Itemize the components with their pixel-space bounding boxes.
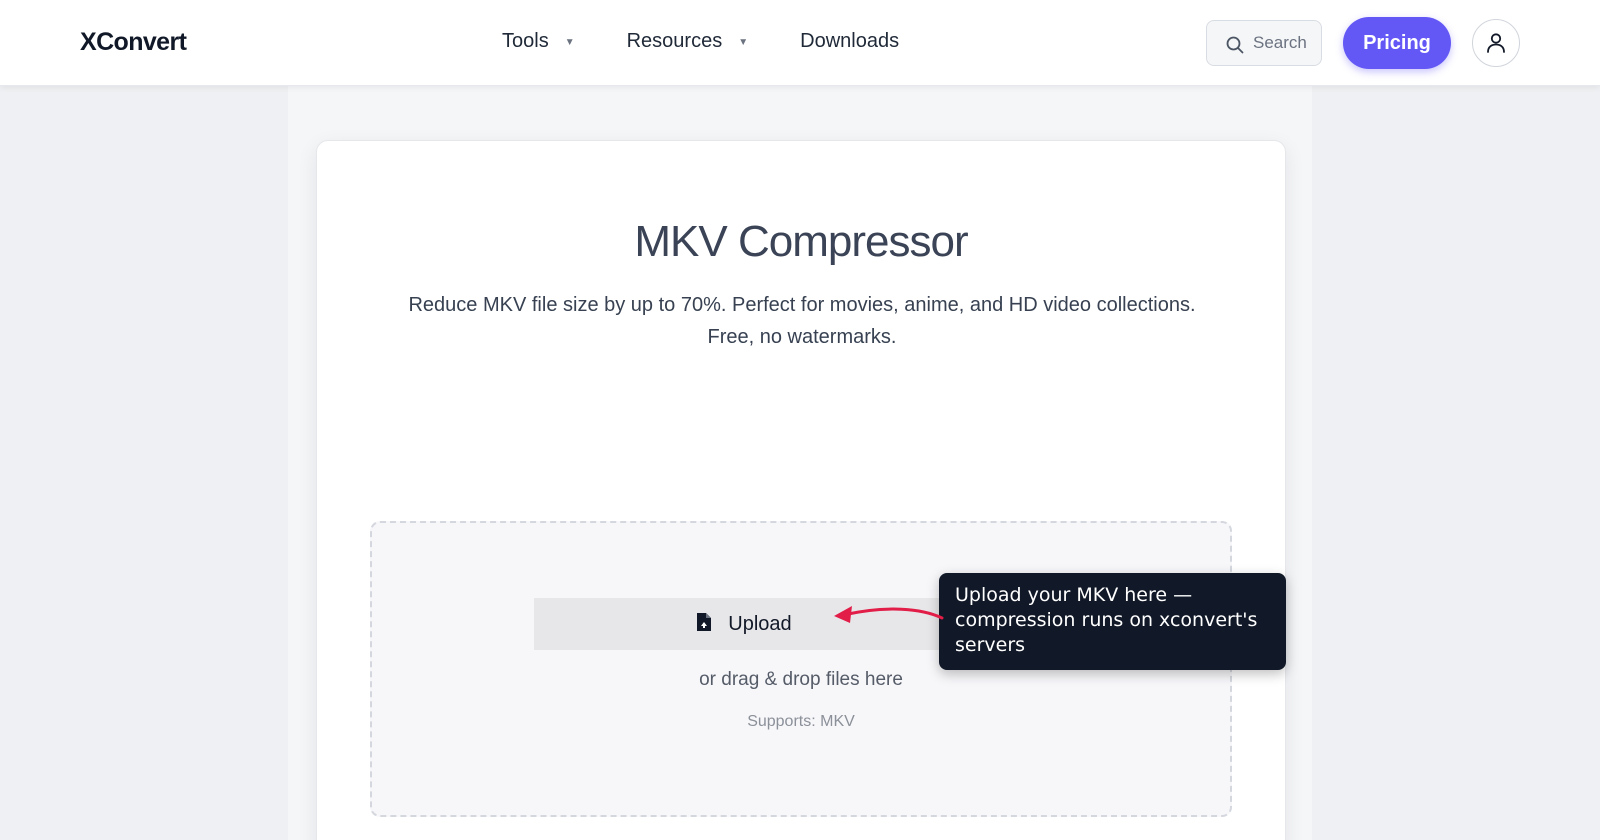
page-title: MKV Compressor [634, 217, 968, 266]
nav-resources[interactable]: Resources ▼ [627, 30, 749, 53]
logo[interactable]: XConvert [80, 28, 187, 57]
search-icon [1226, 36, 1244, 53]
search-label: Search [1253, 33, 1307, 52]
search-button[interactable]: Search [1206, 20, 1322, 66]
page-subtitle: Reduce MKV file size by up to 70%. Perfe… [357, 289, 1247, 353]
drag-drop-hint: or drag & drop files here [699, 669, 903, 690]
caret-down-icon: ▼ [564, 37, 575, 48]
subtitle-line-1: Reduce MKV file size by up to 70%. Perfe… [408, 294, 1196, 316]
main-nav: Tools ▼ Resources ▼ Downloads [502, 30, 899, 53]
caret-down-icon: ▼ [738, 37, 749, 48]
user-avatar-button[interactable] [1472, 19, 1520, 67]
left-gutter [0, 86, 288, 840]
nav-resources-label: Resources [626, 30, 723, 52]
nav-downloads-label: Downloads [800, 30, 900, 52]
annotation-arrow-icon [834, 606, 944, 623]
subtitle-line-2: Free, no watermarks. [707, 326, 897, 348]
top-header: XConvert Tools ▼ Resources ▼ Downloads S… [0, 0, 1600, 86]
compressor-card: MKV Compressor Reduce MKV file size by u… [316, 140, 1286, 840]
nav-tools-label: Tools [502, 30, 549, 52]
upload-label: Upload [728, 612, 792, 635]
nav-tools[interactable]: Tools ▼ [502, 30, 575, 53]
right-gutter [1312, 86, 1600, 840]
pricing-button[interactable]: Pricing [1343, 17, 1451, 69]
annotation-tooltip: Upload your MKV here — compression runs … [939, 573, 1286, 670]
user-icon [1487, 33, 1505, 53]
file-icon [697, 613, 712, 631]
supported-formats: Supports: MKV [747, 713, 855, 730]
nav-downloads[interactable]: Downloads [800, 30, 899, 53]
